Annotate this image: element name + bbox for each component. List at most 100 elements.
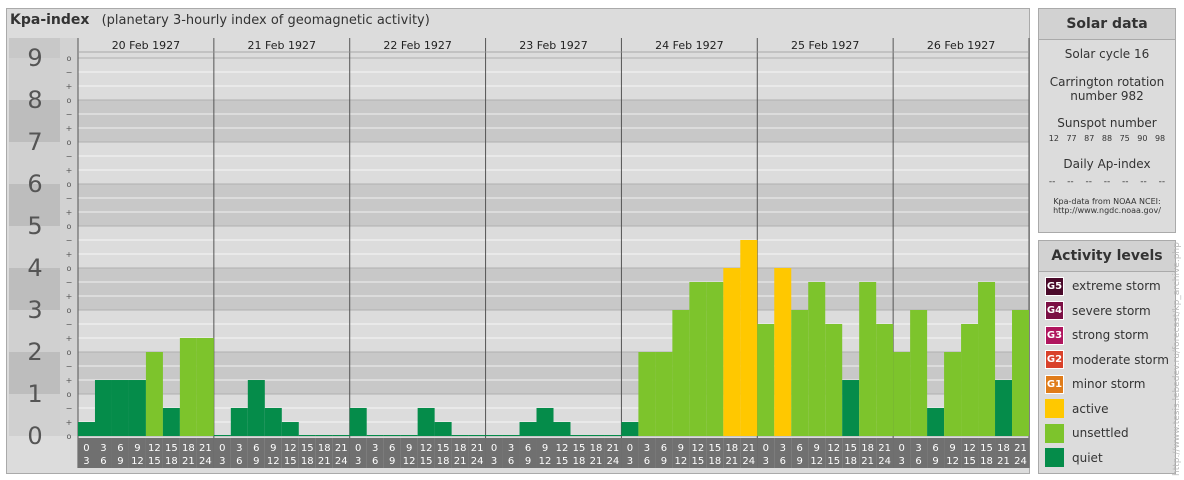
interval-end-label: 3 [355, 456, 361, 467]
interval-start-label: 12 [148, 443, 161, 454]
interval-end-label: 18 [301, 456, 314, 467]
interval-end-label: 21 [861, 456, 874, 467]
interval-start-label: 6 [253, 443, 259, 454]
interval-start-label: 15 [573, 443, 586, 454]
interval-end-label: 15 [556, 456, 569, 467]
interval-end-label: 18 [437, 456, 450, 467]
kp-bar [162, 407, 180, 436]
interval-end-label: 21 [318, 456, 331, 467]
interval-end-label: 3 [627, 456, 633, 467]
kp-bar [468, 435, 486, 436]
interval-start-label: 15 [844, 443, 857, 454]
interval-start-label: 3 [236, 443, 242, 454]
kp-bar [757, 323, 775, 436]
kp-bar [213, 435, 231, 436]
interval-start-label: 15 [437, 443, 450, 454]
interval-start-label: 18 [997, 443, 1010, 454]
y-minor-tick-label: − [66, 152, 73, 161]
interval-start-label: 21 [742, 443, 755, 454]
kp-bar [587, 435, 605, 436]
interval-start-label: 12 [284, 443, 297, 454]
interval-end-label: 6 [100, 456, 106, 467]
interval-start-label: 3 [644, 443, 650, 454]
activity-level-label: severe storm [1072, 303, 1151, 318]
activity-level-item: G5 extreme storm [1039, 274, 1175, 299]
kp-band [78, 100, 1029, 142]
activity-level-item: G1 minor storm [1039, 372, 1175, 397]
activity-level-label: quiet [1072, 450, 1103, 465]
interval-start-label: 21 [335, 443, 348, 454]
interval-start-label: 21 [607, 443, 620, 454]
activity-level-label: minor storm [1072, 377, 1146, 392]
interval-start-label: 6 [932, 443, 938, 454]
kpa-chart: 0123456789o+o+−o+−o+−o+−o+−o+−o+−o+−o−20… [9, 38, 1030, 468]
ap-value: -- [1085, 177, 1092, 187]
kp-bar [825, 323, 843, 436]
kp-bar [400, 435, 418, 436]
y-tick-label: 7 [27, 128, 42, 156]
y-minor-tick-label: − [66, 110, 73, 119]
kp-bar [349, 407, 367, 436]
activity-level-swatch: G4 [1045, 301, 1064, 321]
interval-start-label: 6 [117, 443, 123, 454]
interval-end-label: 12 [403, 456, 416, 467]
interval-end-label: 24 [471, 456, 484, 467]
interval-end-label: 24 [742, 456, 755, 467]
ap-value: -- [1103, 177, 1111, 187]
kp-bar [672, 310, 690, 436]
carrington-line2: number 982 [1070, 89, 1144, 103]
interval-end-label: 21 [182, 456, 195, 467]
kp-bar [995, 380, 1013, 436]
solar-data-panel: Solar data Solar cycle 16 Carrington rot… [1038, 8, 1176, 233]
interval-start-label: 6 [797, 443, 803, 454]
interval-end-label: 3 [83, 456, 89, 467]
kp-bar [706, 281, 724, 436]
kp-bar [842, 380, 860, 436]
y-minor-tick-label: o [67, 306, 72, 315]
y-tick-label: 8 [27, 86, 42, 114]
kp-bar [808, 281, 826, 436]
interval-start-label: 9 [678, 443, 684, 454]
interval-end-label: 3 [763, 456, 769, 467]
y-minor-tick-label: − [66, 278, 73, 287]
kp-bar [77, 422, 95, 436]
day-label: 22 Feb 1927 [383, 39, 451, 52]
activity-level-item: G3 strong storm [1039, 323, 1175, 348]
activity-level-label: strong storm [1072, 328, 1149, 343]
y-minor-tick-label: − [66, 236, 73, 245]
kp-bar [179, 338, 197, 436]
activity-level-swatch: G1 [1045, 374, 1064, 394]
kp-band [78, 58, 1029, 100]
activity-level-item: quiet [1039, 446, 1175, 471]
day-label: 25 Feb 1927 [791, 39, 859, 52]
interval-end-label: 6 [780, 456, 786, 467]
source-line2: http://www.ngdc.noaa.gov/ [1053, 206, 1161, 215]
kp-bar [281, 422, 299, 436]
kp-bar [128, 380, 146, 436]
interval-start-label: 0 [83, 443, 89, 454]
kp-bar [298, 435, 316, 436]
y-minor-tick-label: − [66, 320, 73, 329]
y-minor-tick-label: o [67, 390, 72, 399]
interval-end-label: 9 [253, 456, 259, 467]
kp-bar [434, 422, 452, 436]
sunspot-value: 98 [1154, 134, 1166, 143]
interval-end-label: 12 [539, 456, 552, 467]
y-tick-label: 3 [27, 296, 42, 324]
kp-bar [196, 338, 214, 436]
sunspot-value: 90 [1137, 134, 1148, 143]
interval-start-label: 0 [763, 443, 769, 454]
interval-end-label: 9 [117, 456, 123, 467]
y-minor-tick-label: + [66, 208, 73, 217]
interval-start-label: 9 [814, 443, 820, 454]
carrington-line1: Carrington rotation [1049, 75, 1165, 89]
interval-end-label: 9 [932, 456, 938, 467]
interval-end-label: 12 [131, 456, 144, 467]
kp-bar [94, 380, 112, 436]
interval-end-label: 6 [915, 456, 921, 467]
ap-value: -- [1122, 177, 1129, 187]
interval-start-label: 6 [525, 443, 531, 454]
kp-bar [621, 422, 639, 436]
kp-bar [944, 352, 962, 436]
interval-start-label: 18 [182, 443, 195, 454]
